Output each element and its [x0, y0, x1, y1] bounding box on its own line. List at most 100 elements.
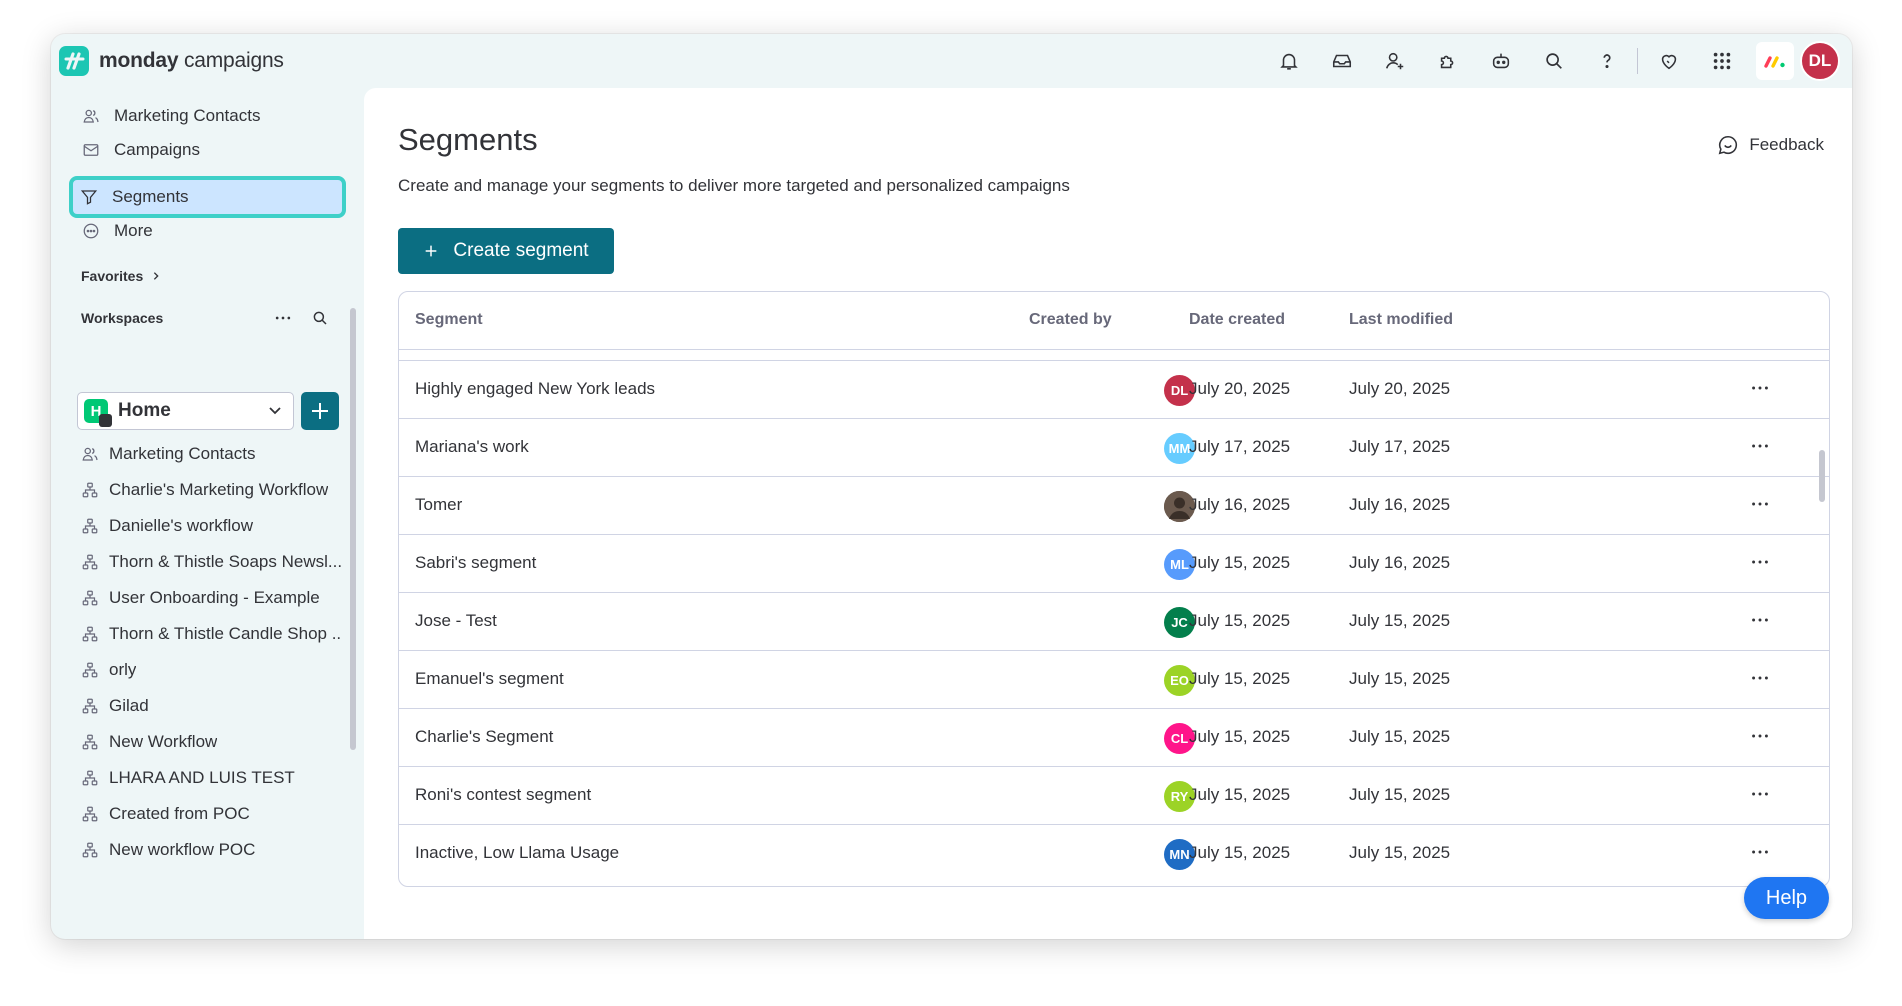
- mail-icon: [83, 143, 99, 156]
- column-header-segment[interactable]: Segment: [415, 311, 483, 329]
- workspace-item-label: Created from POC: [109, 804, 250, 823]
- workspace-badge: H: [84, 399, 112, 427]
- workflow-icon: [82, 806, 98, 822]
- column-header-last-modified[interactable]: Last modified: [1349, 311, 1453, 329]
- row-options-icon[interactable]: [1749, 377, 1771, 399]
- segment-name[interactable]: Charlie's Segment: [415, 727, 553, 747]
- plus-icon: [426, 245, 437, 257]
- last-modified: July 15, 2025: [1349, 843, 1451, 862]
- app-switcher-icon[interactable]: [1695, 34, 1748, 88]
- table-scrollbar[interactable]: [1819, 450, 1825, 502]
- workspace-item-label: Marketing Contacts: [109, 444, 256, 463]
- user-avatar[interactable]: DL: [1800, 41, 1840, 81]
- filter-icon: [80, 190, 98, 205]
- row-options-icon[interactable]: [1749, 551, 1771, 573]
- inbox-icon[interactable]: [1315, 34, 1368, 88]
- workspace-item[interactable]: LHARA AND LUIS TEST: [77, 760, 342, 796]
- column-header-date-created[interactable]: Date created: [1189, 311, 1285, 329]
- segment-name[interactable]: Jose - Test: [415, 611, 497, 631]
- page-subtitle: Create and manage your segments to deliv…: [398, 176, 1070, 195]
- row-options-icon[interactable]: [1749, 435, 1771, 457]
- workspace-item[interactable]: Thorn & Thistle Candle Shop ...: [77, 616, 342, 652]
- workflow-icon: [82, 626, 98, 642]
- more-circle-icon: [83, 223, 99, 238]
- heart-icon[interactable]: [1642, 34, 1695, 88]
- row-options-icon[interactable]: [1749, 783, 1771, 805]
- search-icon[interactable]: [1527, 34, 1580, 88]
- ai-assistant-icon[interactable]: [1474, 34, 1527, 88]
- help-label: Help: [1765, 886, 1808, 909]
- date-created: July 15, 2025: [1189, 611, 1291, 630]
- sidebar-item-label: Campaigns: [114, 139, 200, 159]
- last-modified: July 15, 2025: [1349, 785, 1451, 804]
- row-options-icon[interactable]: [1749, 841, 1771, 863]
- workspace-item-label: Thorn & Thistle Candle Shop ...: [109, 624, 342, 643]
- workspace-item-label: Charlie's Marketing Workflow: [109, 480, 329, 499]
- table-row[interactable]: Jose - Test JC July 15, 2025 July 15, 2025: [399, 592, 1829, 650]
- workspace-item[interactable]: Danielle's workflow: [77, 508, 342, 544]
- date-created: July 20, 2025: [1189, 379, 1291, 398]
- workspace-item[interactable]: Marketing Contacts: [77, 436, 342, 472]
- feedback-button[interactable]: Feedback: [1717, 134, 1824, 156]
- workspace-item[interactable]: User Onboarding - Example: [77, 580, 342, 616]
- help-icon[interactable]: [1580, 34, 1633, 88]
- column-header-created-by[interactable]: Created by: [1029, 311, 1112, 329]
- segment-name[interactable]: Emanuel's segment: [415, 669, 564, 689]
- table-row[interactable]: Inactive, Low Llama Usage MN July 15, 2025…: [399, 824, 1829, 882]
- last-modified: July 20, 2025: [1349, 379, 1451, 398]
- workspace-name: Home: [118, 400, 171, 421]
- sidebar-item-campaigns[interactable]: Campaigns: [71, 129, 346, 170]
- invite-user-icon[interactable]: [1368, 34, 1421, 88]
- create-segment-label: Create segment: [453, 240, 589, 261]
- workspace-item-label: Danielle's workflow: [109, 516, 254, 535]
- table-row[interactable]: Mariana's work MM July 17, 2025 July 17, 20…: [399, 418, 1829, 476]
- workspace-item[interactable]: New Workflow: [77, 724, 342, 760]
- app-logo[interactable]: monday campaigns: [59, 46, 284, 76]
- segment-name[interactable]: Roni's contest segment: [415, 785, 591, 805]
- date-created: July 15, 2025: [1189, 785, 1291, 804]
- workspace-search-icon[interactable]: [311, 309, 329, 327]
- segment-name[interactable]: Inactive, Low Llama Usage: [415, 843, 619, 863]
- segment-name[interactable]: Sabri's segment: [415, 553, 536, 573]
- segment-name[interactable]: Tomer: [415, 495, 462, 515]
- row-options-icon[interactable]: [1749, 609, 1771, 631]
- last-modified: July 16, 2025: [1349, 495, 1451, 514]
- workspace-selector[interactable]: H Home: [77, 392, 294, 430]
- workspace-item[interactable]: orly: [77, 652, 342, 688]
- segment-name[interactable]: Highly engaged New York leads: [415, 379, 655, 399]
- last-modified: July 17, 2025: [1349, 437, 1451, 456]
- sidebar-scrollbar[interactable]: [350, 308, 356, 750]
- favorites-header[interactable]: Favorites: [81, 268, 161, 284]
- workflow-icon: [82, 518, 98, 534]
- app-title: monday campaigns: [99, 49, 284, 72]
- bell-icon[interactable]: [1262, 34, 1315, 88]
- sidebar-item-more[interactable]: More: [71, 210, 346, 251]
- sidebar-item-label: Marketing Contacts: [114, 105, 261, 125]
- workspace-item[interactable]: Gilad: [77, 688, 342, 724]
- table-row[interactable]: Charlie's Segment CL July 15, 2025 July 15,…: [399, 708, 1829, 766]
- sidebar: Marketing Contacts Campaigns Segments Mo…: [51, 88, 361, 939]
- segment-name[interactable]: Mariana's work: [415, 437, 529, 457]
- add-workspace-button[interactable]: [301, 392, 339, 430]
- create-segment-button[interactable]: Create segment: [398, 228, 614, 274]
- topbar-divider: [1637, 48, 1638, 74]
- row-options-icon[interactable]: [1749, 493, 1771, 515]
- table-row[interactable]: Roni's contest segment RY July 15, 2025 Jul…: [399, 766, 1829, 824]
- table-row[interactable]: Highly engaged New York leads DL July 20, …: [399, 360, 1829, 418]
- table-row[interactable]: Tomer July 16, 2025 July 16, 2025: [399, 476, 1829, 534]
- workspace-item[interactable]: Created from POC: [77, 796, 342, 832]
- workspace-item-label: LHARA AND LUIS TEST: [109, 768, 295, 787]
- help-button[interactable]: Help: [1744, 877, 1829, 919]
- contacts-icon: [83, 109, 99, 123]
- workspace-options-icon[interactable]: [273, 308, 293, 328]
- monday-brand-icon[interactable]: [1756, 42, 1794, 80]
- workspace-item[interactable]: Charlie's Marketing Workflow: [77, 472, 342, 508]
- workspace-item[interactable]: Thorn & Thistle Soaps Newsl...: [77, 544, 342, 580]
- table-row[interactable]: Emanuel's segment EO July 15, 2025 July 15,…: [399, 650, 1829, 708]
- table-row[interactable]: Sabri's segment ML July 15, 2025 July 16, 2…: [399, 534, 1829, 592]
- apps-icon[interactable]: [1421, 34, 1474, 88]
- row-options-icon[interactable]: [1749, 725, 1771, 747]
- workspace-item-label: Gilad: [109, 696, 149, 715]
- workspace-item[interactable]: New workflow POC: [77, 832, 342, 868]
- row-options-icon[interactable]: [1749, 667, 1771, 689]
